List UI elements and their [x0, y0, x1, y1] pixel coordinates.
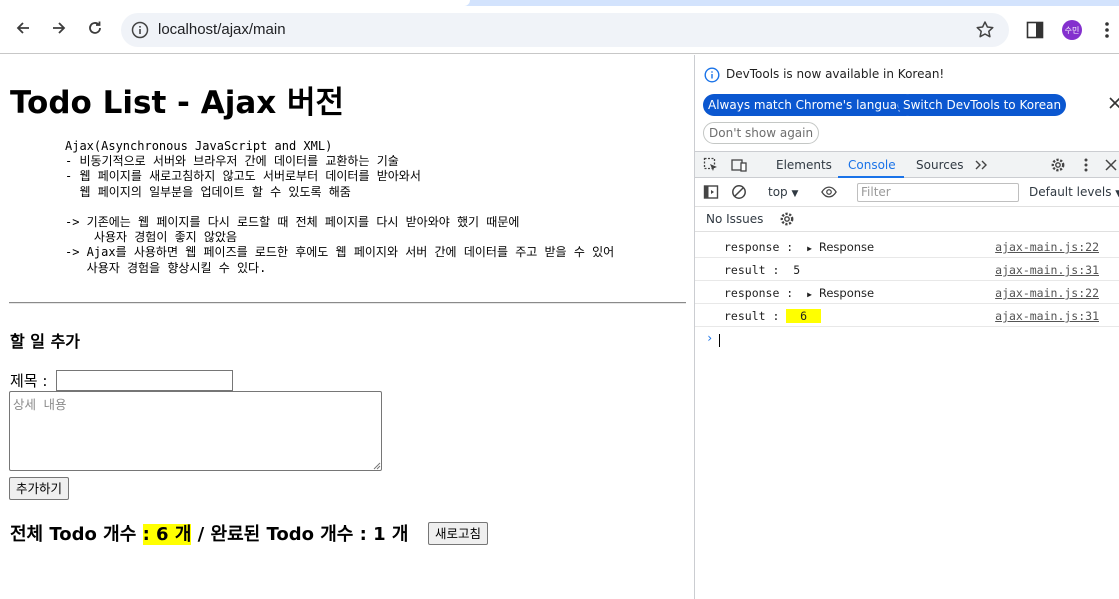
sidebar-toggle-icon[interactable] [703, 184, 719, 200]
title-label: 제목 : [10, 372, 48, 390]
device-toolbar-icon[interactable] [731, 157, 747, 173]
tab-console[interactable]: Console [848, 158, 896, 172]
bookmark-star-icon[interactable] [975, 20, 995, 40]
match-language-button[interactable]: Always match Chrome's language [703, 94, 917, 116]
dropdown-arrow-icon: ▼ [791, 189, 799, 199]
log-levels-dropdown[interactable]: Default levels ▼ [1029, 185, 1119, 199]
log-label: result : [724, 309, 787, 323]
reload-button[interactable] [81, 14, 109, 42]
add-button[interactable]: 추가하기 [9, 477, 70, 500]
log-value: 5 [793, 263, 801, 277]
banner-message: DevTools is now available in Korean! [726, 67, 945, 81]
total-label: 전체 Todo 개수 [10, 524, 137, 545]
log-value[interactable]: Response [819, 240, 874, 254]
tab-elements[interactable]: Elements [776, 158, 832, 172]
arrow-left-icon [16, 22, 29, 34]
dont-show-again-button[interactable]: Don't show again [703, 122, 820, 144]
log-text: response : ▶ Response [724, 286, 874, 300]
arrow-right-icon [53, 22, 66, 34]
back-button[interactable] [9, 14, 37, 42]
tab-sources[interactable]: Sources [916, 158, 963, 172]
resize-grip-icon[interactable] [372, 461, 381, 470]
info-icon [704, 67, 720, 83]
expand-triangle-icon[interactable]: ▶ [807, 290, 812, 299]
forward-button[interactable] [45, 14, 73, 42]
log-text: response : ▶ Response [724, 240, 874, 254]
close-icon[interactable] [1109, 97, 1119, 109]
site-info-icon[interactable] [131, 21, 149, 39]
console-log-row: response : ▶ Response ajax-main.js:22 [695, 281, 1119, 304]
log-value[interactable]: Response [819, 286, 874, 300]
levels-label: Default levels [1029, 185, 1112, 199]
done-label: 완료된 Todo 개수 [210, 524, 354, 545]
filter-input[interactable]: Filter [857, 183, 1019, 202]
console-toolbar: top ▼ Filter Default levels ▼ [695, 179, 1119, 207]
reload-icon [89, 21, 101, 34]
issues-bar: No Issues [695, 207, 1119, 232]
add-heading: 할 일 추가 [10, 332, 81, 351]
devtools-panel: DevTools is now available in Korean! Alw… [694, 55, 1119, 599]
refresh-button[interactable]: 새로고침 [428, 522, 489, 545]
count-separator: / [197, 524, 205, 545]
log-label: response : [724, 240, 801, 254]
page-title: Todo List - Ajax 버전 [10, 85, 345, 121]
log-source-link[interactable]: ajax-main.js:22 [995, 286, 1099, 300]
url-text[interactable]: localhost/ajax/main [158, 21, 286, 38]
log-source-link[interactable]: ajax-main.js:22 [995, 240, 1099, 254]
title-input[interactable] [56, 370, 233, 391]
console-prompt-icon: › [706, 331, 714, 345]
divider [9, 302, 686, 304]
log-source-link[interactable]: ajax-main.js:31 [995, 263, 1099, 277]
context-selector[interactable]: top ▼ [768, 185, 798, 199]
page-content: Todo List - Ajax 버전 Ajax(Asynchronous Ja… [0, 55, 694, 599]
detail-textarea[interactable] [9, 391, 382, 471]
console-log-row: result : 6 ajax-main.js:31 [695, 304, 1119, 327]
address-bar[interactable]: localhost/ajax/main [121, 13, 1009, 47]
expand-triangle-icon[interactable]: ▶ [807, 244, 812, 253]
issues-label[interactable]: No Issues [706, 212, 763, 226]
more-vert-icon[interactable] [1101, 20, 1113, 40]
active-tab-underline [838, 176, 904, 178]
console-log-row: response : ▶ Response ajax-main.js:22 [695, 235, 1119, 258]
title-row: 제목 : [10, 370, 233, 391]
total-count: : 6 개 [142, 524, 192, 545]
done-count: : 1 개 [359, 524, 409, 545]
log-value: 6 [786, 309, 821, 323]
clear-console-icon[interactable] [731, 184, 747, 200]
profile-avatar[interactable]: 수민 [1062, 20, 1082, 40]
customize-menu-icon[interactable] [1078, 157, 1094, 173]
language-banner: DevTools is now available in Korean! Alw… [695, 55, 1119, 150]
side-panel-icon[interactable] [1026, 21, 1044, 39]
log-value-text: 6 [800, 309, 808, 323]
console-input-caret[interactable] [719, 334, 720, 347]
todo-count: 전체 Todo 개수 : 6 개 / 완료된 Todo 개수 : 1 개 [10, 520, 408, 546]
console-log-row: result : 5 ajax-main.js:31 [695, 258, 1119, 281]
levels-arrow-icon: ▼ [1115, 189, 1119, 199]
browser-toolbar: localhost/ajax/main 수민 [0, 6, 1119, 54]
devtools-tabbar: Elements Console Sources [695, 151, 1119, 178]
log-label: result : [724, 263, 787, 277]
settings-gear-icon[interactable] [1050, 157, 1066, 173]
ajax-description: Ajax(Asynchronous JavaScript and XML) - … [65, 139, 615, 275]
inspect-element-icon[interactable] [703, 157, 719, 173]
log-text: result : 6 [724, 309, 821, 323]
more-tabs-icon[interactable] [973, 157, 989, 173]
log-label: response : [724, 286, 801, 300]
close-devtools-icon[interactable] [1103, 157, 1119, 173]
log-source-link[interactable]: ajax-main.js:31 [995, 309, 1099, 323]
eye-icon[interactable] [821, 184, 837, 200]
switch-language-button[interactable]: Switch DevTools to Korean [898, 94, 1067, 116]
context-label: top [768, 185, 788, 199]
log-text: result : 5 [724, 263, 800, 277]
issues-settings-icon[interactable] [779, 211, 795, 227]
